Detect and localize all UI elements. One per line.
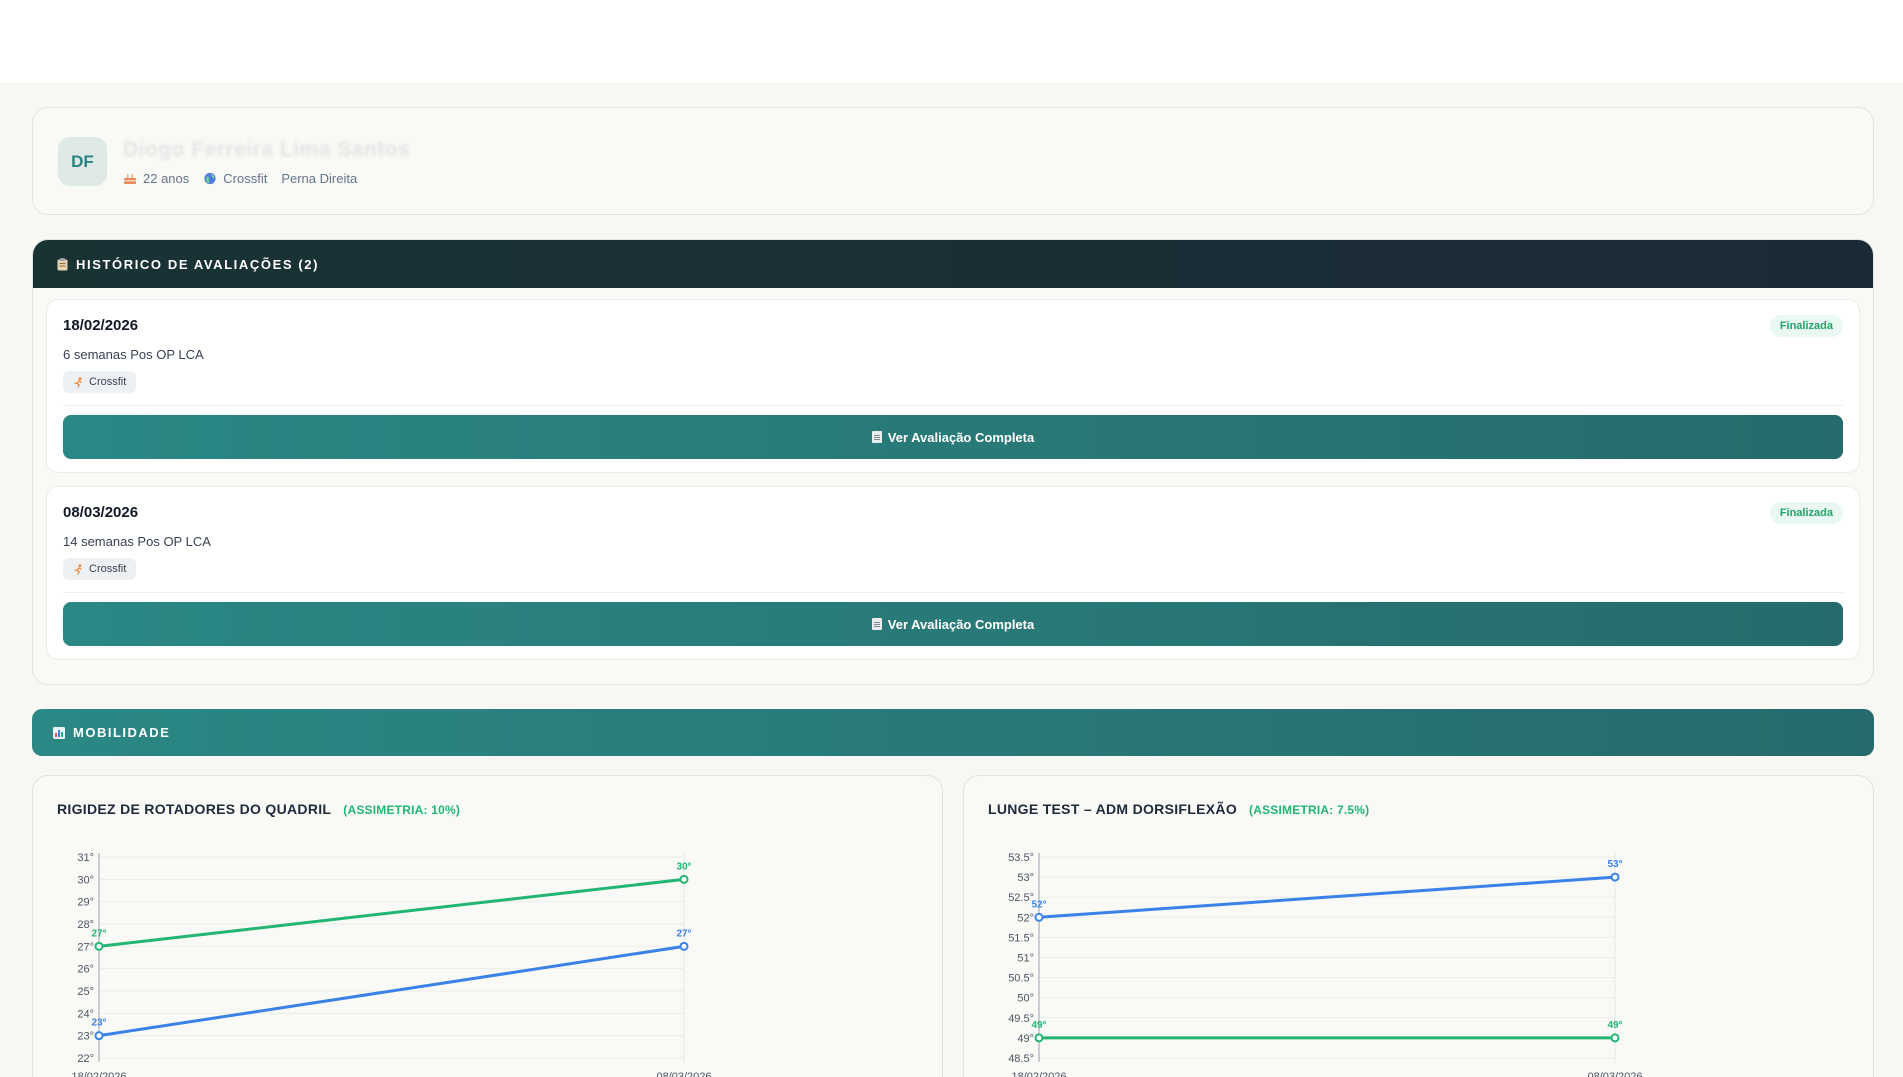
divider [63,405,1843,406]
top-bar [0,0,1903,84]
status-badge: Finalizada [1769,315,1843,337]
sport-label: Crossfit [223,171,268,186]
y-tick-label: 50.5° [1008,973,1034,985]
patient-name: Diogo Ferreira Lima Santos [123,138,411,161]
data-point [94,941,104,951]
patient-meta: 22 anos Crossfit Perna Direita [123,171,357,186]
mobility-section-header: MOBILIDADE [32,709,1874,756]
data-label: 49° [1607,1020,1622,1031]
y-tick-label: 22° [77,1053,94,1065]
lunge-test-line-chart: 48.5°49°49.5°50°50.5°51°51.5°52°52.5°53°… [1008,852,1642,1077]
sport-tag: Crossfit [63,558,137,580]
y-tick-label: 26° [77,964,94,976]
sport-tag-label: Crossfit [89,563,127,575]
lunge-test-chart-card: LUNGE TEST – ADM DORSIFLEXÃO (ASSIMETRIA… [963,775,1874,1077]
limb-item: Perna Direita [281,171,357,186]
y-tick-label: 31° [77,852,94,864]
evaluation-note: 6 semanas Pos OP LCA [63,347,204,362]
y-tick-label: 25° [77,986,94,998]
bar-chart-icon [53,726,65,739]
history-title: HISTÓRICO DE AVALIAÇÕES (2) [76,256,320,272]
sport-tag: Crossfit [63,371,137,393]
y-tick-label: 49.5° [1008,1013,1034,1025]
data-point [1034,912,1044,922]
y-tick-label: 49° [1017,1033,1034,1045]
data-label: 30° [676,861,691,872]
y-tick-label: 51.5° [1008,932,1034,944]
data-point [94,1031,104,1041]
data-point [1610,872,1620,882]
evaluation-card: 08/03/2026 14 semanas Pos OP LCA Crossfi… [46,486,1860,660]
avatar: DF [58,137,107,186]
cake-icon [124,174,136,184]
sport-tag-label: Crossfit [89,376,127,388]
y-tick-label: 23° [77,1031,94,1043]
globe-icon [204,172,216,185]
hip-rotators-chart-card: RIGIDEZ DE ROTADORES DO QUADRIL (ASSIMET… [32,775,943,1077]
history-header: HISTÓRICO DE AVALIAÇÕES (2) [33,240,1873,288]
y-tick-label: 27° [77,941,94,953]
x-tick-label: 08/03/2026 [656,1071,711,1077]
patient-profile-card: DF Diogo Ferreira Lima Santos 22 anos Cr… [32,107,1874,215]
x-tick-label: 08/03/2026 [1587,1071,1642,1077]
runner-icon [74,376,82,388]
data-point [1034,1033,1044,1043]
clipboard-icon [57,257,68,270]
y-tick-label: 53° [1017,872,1034,884]
view-full-evaluation-button[interactable]: Ver Avaliação Completa [63,415,1843,459]
view-full-evaluation-label: Ver Avaliação Completa [887,616,1035,632]
data-label: 52° [1031,899,1046,910]
data-label: 49° [1031,1020,1046,1031]
data-point [1610,1033,1620,1043]
document-icon [871,431,882,443]
sport-item: Crossfit [203,171,267,186]
y-tick-label: 52.5° [1008,892,1034,904]
data-label: 27° [91,928,106,939]
hip-rotators-line-chart: 22°23°24°25°26°27°28°29°30°31°18/02/2026… [71,852,711,1077]
evaluation-note: 14 semanas Pos OP LCA [63,534,211,549]
x-tick-label: 18/02/2026 [71,1071,126,1077]
view-full-evaluation-button[interactable]: Ver Avaliação Completa [63,602,1843,646]
view-full-evaluation-label: Ver Avaliação Completa [887,429,1035,445]
age-item: 22 anos [123,171,189,186]
y-tick-label: 30° [77,874,94,886]
y-tick-label: 52° [1017,912,1034,924]
evaluation-date: 18/02/2026 [63,317,139,334]
y-tick-label: 53.5° [1008,852,1034,864]
limb-label: Perna Direita [281,171,358,186]
y-tick-label: 50° [1017,993,1034,1005]
x-tick-label: 18/02/2026 [1011,1071,1066,1077]
divider [63,592,1843,593]
status-badge: Finalizada [1769,502,1843,524]
evaluation-history-panel: HISTÓRICO DE AVALIAÇÕES (2) 18/02/2026 6… [32,239,1874,685]
data-point [679,874,689,884]
mobility-title: MOBILIDADE [73,725,171,740]
series-line [98,877,685,948]
evaluation-date: 08/03/2026 [63,504,139,521]
data-label: 23° [91,1018,106,1029]
runner-icon [74,563,82,575]
data-label: 53° [1607,859,1622,870]
data-label: 27° [676,928,691,939]
data-point [679,941,689,951]
age-label: 22 anos [143,171,190,186]
document-icon [871,618,882,630]
y-tick-label: 51° [1017,953,1034,965]
y-tick-label: 48.5° [1008,1053,1034,1065]
y-tick-label: 29° [77,897,94,909]
evaluation-card: 18/02/2026 6 semanas Pos OP LCA Crossfit… [46,299,1860,473]
